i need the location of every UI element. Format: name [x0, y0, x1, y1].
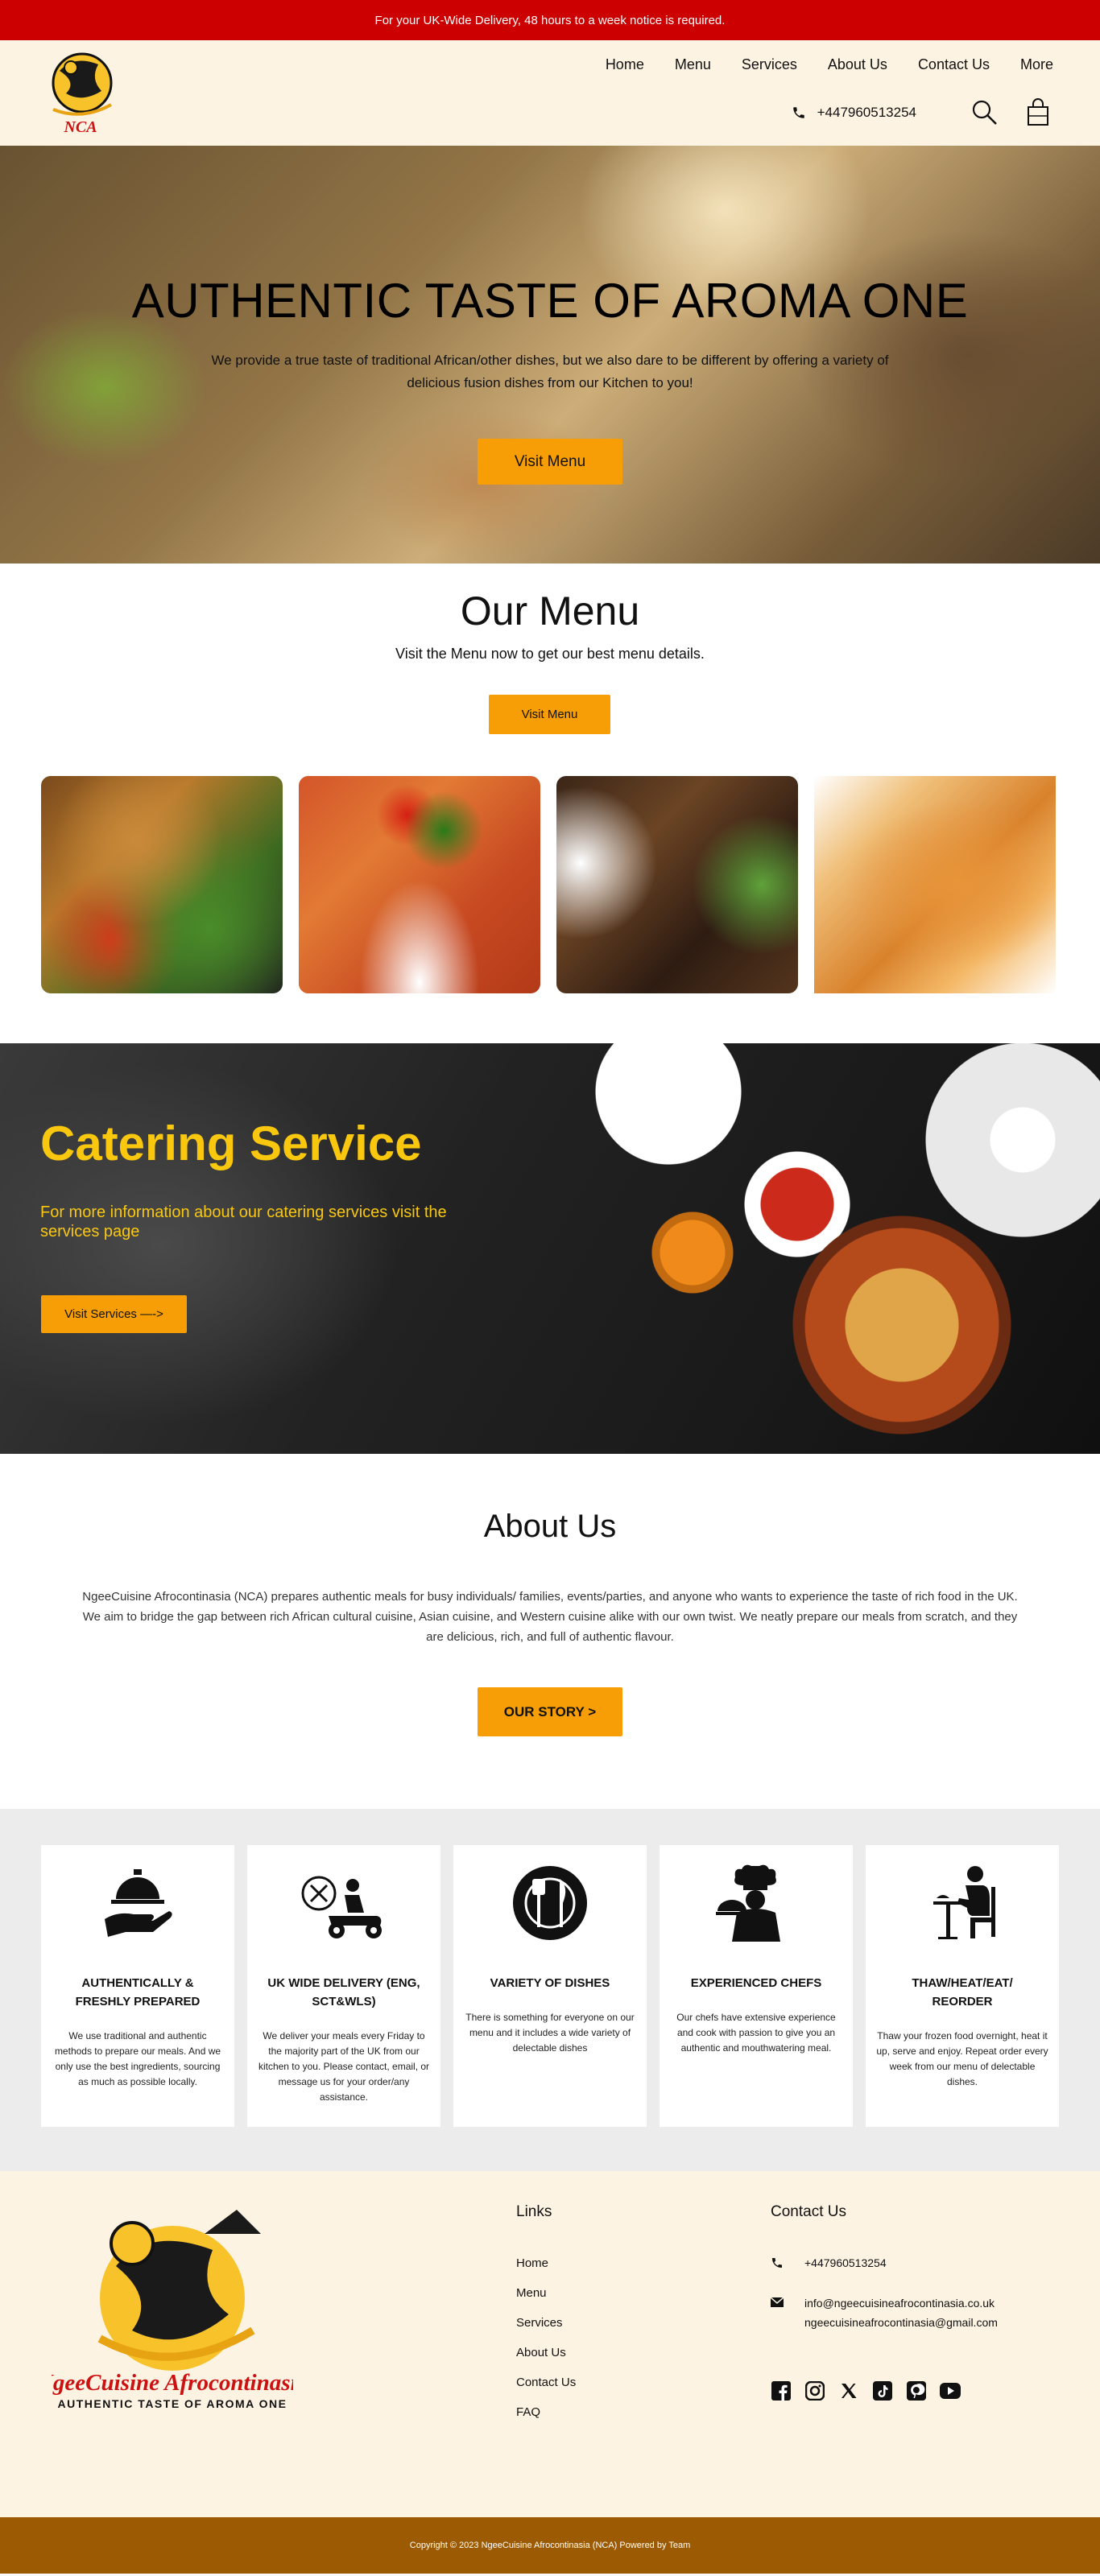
footer-link-services[interactable]: Services [516, 2316, 576, 2330]
food-image-noodles [41, 776, 283, 993]
feature-text: There is something for everyone on our m… [465, 2012, 635, 2054]
hero-title: AUTHENTIC TASTE OF AROMA ONE [131, 274, 969, 328]
pinterest-icon [907, 2381, 926, 2401]
footer-link-menu[interactable]: Menu [516, 2286, 576, 2300]
menu-section: Our Menu Visit the Menu now to get our b… [0, 564, 1100, 1043]
feature-card: VARIETY OF DISHES There is something for… [453, 1845, 647, 2127]
footer-contact-title: Contact Us [771, 2203, 846, 2220]
tiktok-link[interactable] [872, 2380, 893, 2401]
x-icon [842, 2384, 857, 2398]
nav-about-us[interactable]: About Us [828, 56, 887, 73]
menu-subtitle: Visit the Menu now to get our best menu … [395, 646, 705, 662]
visit-services-button[interactable]: Visit Services —-> [41, 1295, 187, 1333]
tiktok-icon [873, 2381, 892, 2401]
delivery-scooter-icon [301, 1876, 382, 1938]
feature-text: We deliver your meals every Friday to th… [258, 2030, 430, 2103]
food-image-samosas [814, 776, 1056, 993]
feature-text: Thaw your frozen food overnight, heat it… [876, 2030, 1048, 2087]
menu-visit-menu-button[interactable]: Visit Menu [489, 695, 610, 734]
food-image-grilled-meat [556, 776, 798, 993]
x-link[interactable] [838, 2380, 859, 2401]
about-section: About Us NgeeCuisine Afrocontinasia (NCA… [0, 1454, 1100, 1809]
footer-link-contact-us[interactable]: Contact Us [516, 2376, 576, 2389]
site-header: NCA Home Menu Services About Us Contact … [0, 40, 1100, 146]
feature-card: EXPERIENCED CHEFS Our chefs have extensi… [660, 1845, 853, 2127]
feature-card: AUTHENTICALLY & FRESHLY PREPARED We use … [41, 1845, 234, 2127]
food-image-jollof-rice [299, 776, 540, 993]
footer-phone[interactable]: +447960513254 [771, 2256, 998, 2276]
site-logo[interactable]: NCA [42, 47, 119, 137]
header-phone[interactable]: +447960513254 [792, 105, 916, 121]
dining-person-icon [933, 1866, 995, 1939]
hero-visit-menu-button[interactable]: Visit Menu [478, 439, 622, 485]
copyright-text: Copyright © 2023 NgeeCuisine Afrocontina… [409, 2541, 691, 2550]
feature-title: UK WIDE DELIVERY (ENG, SCT&WLS) [267, 1976, 420, 2008]
instagram-link[interactable] [804, 2380, 825, 2401]
footer-logo[interactable]: NgeeCuisine Afrocontinasia AUTHENTIC TAS… [35, 2202, 308, 2419]
chef-icon [716, 1864, 780, 1942]
site-footer: NgeeCuisine Afrocontinasia AUTHENTIC TAS… [0, 2171, 1100, 2517]
announcement-bar: For your UK-Wide Delivery, 48 hours to a… [0, 0, 1100, 40]
footer-phone-number: +447960513254 [804, 2256, 887, 2269]
about-title: About Us [483, 1509, 617, 1544]
hero-section: AUTHENTIC TASTE OF AROMA ONE We provide … [0, 146, 1100, 564]
footer-tagline: AUTHENTIC TASTE OF AROMA ONE [58, 2397, 287, 2410]
pinterest-link[interactable] [906, 2380, 927, 2401]
announcement-text: For your UK-Wide Delivery, 48 hours to a… [374, 13, 726, 27]
our-story-button[interactable]: OUR STORY > [478, 1687, 622, 1736]
catering-section: Catering Service For more information ab… [0, 1043, 1100, 1454]
footer-link-home[interactable]: Home [516, 2256, 576, 2270]
footer-links-title: Links [516, 2203, 552, 2220]
main-nav: Home Menu Services About Us Contact Us M… [575, 56, 1053, 73]
nav-menu[interactable]: Menu [675, 56, 711, 73]
footer-email-primary[interactable]: info@ngeecuisineafrocontinasia.co.uk [804, 2297, 998, 2310]
phone-icon [792, 107, 804, 118]
feature-text: We use traditional and authentic methods… [54, 2030, 221, 2087]
nav-services[interactable]: Services [742, 56, 797, 73]
feature-text: Our chefs have extensive experience and … [676, 2012, 836, 2054]
serving-tray-icon [105, 1869, 172, 1937]
feature-title: VARIETY OF DISHES [490, 1976, 610, 1990]
feature-title: AUTHENTICALLY & FRESHLY PREPARED [75, 1976, 201, 2008]
header-utilities: +447960513254 [792, 97, 1053, 129]
phone-icon [772, 2258, 782, 2268]
social-links [771, 2380, 998, 2401]
footer-links-column: Links Home Menu Services About Us Contac… [516, 2203, 576, 2435]
catering-text: For more information about our catering … [40, 1203, 447, 1241]
feature-title: EXPERIENCED CHEFS [690, 1976, 822, 1990]
footer-email[interactable]: info@ngeecuisineafrocontinasia.co.uk nge… [770, 2297, 998, 2335]
feature-title: THAW/HEAT/EAT/ REORDER [912, 1976, 1013, 2008]
nav-contact-us[interactable]: Contact Us [918, 56, 990, 73]
youtube-link[interactable] [940, 2380, 961, 2401]
youtube-icon [940, 2383, 961, 2399]
footer-email-secondary[interactable]: ngeecuisineafrocontinasia@gmail.com [804, 2316, 998, 2329]
feature-card: UK WIDE DELIVERY (ENG, SCT&WLS) We deliv… [247, 1845, 440, 2127]
nav-more[interactable]: More [1020, 56, 1053, 73]
search-button[interactable] [970, 97, 1000, 129]
catering-title: Catering Service [40, 1117, 422, 1170]
about-text: NgeeCuisine Afrocontinasia (NCA) prepare… [82, 1590, 1018, 1644]
shopping-bag-icon [1028, 98, 1048, 126]
logo-text: NCA [63, 118, 97, 136]
header-phone-number: +447960513254 [817, 105, 916, 120]
facebook-icon [771, 2381, 791, 2401]
search-icon [972, 100, 997, 125]
nav-home[interactable]: Home [606, 56, 644, 73]
plate-cutlery-icon [513, 1866, 587, 1940]
hero-text: We provide a true taste of traditional A… [211, 353, 889, 390]
copyright-bar: Copyright © 2023 NgeeCuisine Afrocontina… [0, 2517, 1100, 2574]
instagram-icon [805, 2381, 825, 2401]
footer-link-faq[interactable]: FAQ [516, 2405, 576, 2419]
facebook-link[interactable] [771, 2380, 792, 2401]
feature-card: THAW/HEAT/EAT/ REORDER Thaw your frozen … [866, 1845, 1059, 2127]
cart-button[interactable] [1023, 97, 1053, 129]
menu-title: Our Menu [460, 588, 640, 634]
footer-link-about-us[interactable]: About Us [516, 2346, 576, 2359]
footer-brand-name: NgeeCuisine Afrocontinasia [52, 2370, 293, 2396]
features-section: AUTHENTICALLY & FRESHLY PREPARED We use … [0, 1809, 1100, 2171]
mail-icon [770, 2297, 784, 2307]
footer-contact-column: Contact Us +447960513254 info@ngeecuisin… [770, 2203, 998, 2401]
